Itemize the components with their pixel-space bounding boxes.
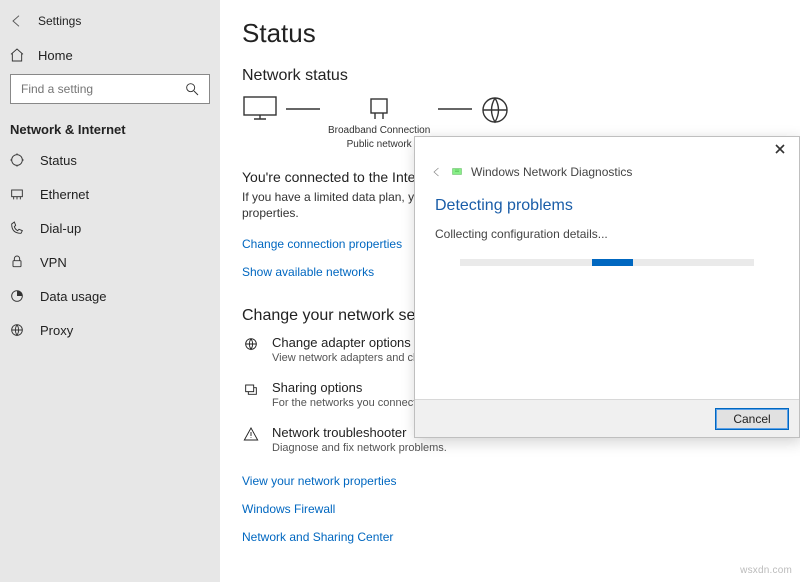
sidebar-home[interactable]: Home [0, 38, 220, 72]
sidebar-item-label: Proxy [40, 323, 73, 338]
adapter-network: Public network [347, 139, 412, 151]
option-desc: Diagnose and fix network problems. [272, 442, 447, 454]
link-network-properties[interactable]: View your network properties [242, 474, 397, 488]
diagnostics-dialog: Windows Network Diagnostics Detecting pr… [414, 136, 800, 438]
link-show-available-networks[interactable]: Show available networks [242, 265, 374, 279]
titlebar: Settings [0, 4, 220, 38]
search-input[interactable] [19, 81, 183, 97]
dialog-titlebar: Windows Network Diagnostics [415, 137, 799, 189]
proxy-icon [8, 321, 26, 339]
sharing-options-icon [242, 380, 260, 398]
sidebar-section-header: Network & Internet [0, 114, 220, 143]
dialog-title: Windows Network Diagnostics [471, 165, 632, 179]
dialog-footer: Cancel [415, 399, 799, 437]
cancel-button-label: Cancel [733, 412, 770, 426]
dialog-body: Collecting configuration details... [415, 227, 799, 241]
dialup-icon [8, 219, 26, 237]
vpn-icon [8, 253, 26, 271]
network-status-heading: Network status [242, 67, 778, 85]
adapter-options-icon [242, 335, 260, 353]
sidebar-item-label: Dial-up [40, 221, 81, 236]
troubleshooter-icon [242, 425, 260, 443]
sidebar-item-proxy[interactable]: Proxy [0, 313, 220, 347]
sidebar-item-label: Status [40, 153, 77, 168]
sidebar-home-label: Home [38, 48, 73, 63]
watermark: wsxdn.com [740, 565, 792, 576]
diagnostics-icon [451, 166, 463, 178]
link-windows-firewall[interactable]: Windows Firewall [242, 502, 335, 516]
home-icon [8, 46, 26, 64]
app-title: Settings [38, 14, 81, 28]
connection-line [438, 95, 472, 123]
dialog-heading: Detecting problems [415, 189, 799, 227]
search-icon [183, 80, 201, 98]
sidebar: Settings Home Network & Internet Status … [0, 0, 220, 582]
sidebar-item-label: Ethernet [40, 187, 89, 202]
back-icon[interactable] [8, 12, 26, 30]
search-input-wrap[interactable] [10, 74, 210, 104]
sidebar-item-status[interactable]: Status [0, 143, 220, 177]
dialog-back-icon[interactable] [431, 166, 443, 178]
connection-line [286, 95, 320, 123]
pc-icon [242, 95, 278, 123]
status-icon [8, 151, 26, 169]
progress-bar [460, 259, 754, 266]
progress-fill [592, 259, 633, 266]
link-network-sharing-center[interactable]: Network and Sharing Center [242, 530, 393, 544]
sidebar-item-vpn[interactable]: VPN [0, 245, 220, 279]
globe-icon [480, 95, 510, 125]
data-usage-icon [8, 287, 26, 305]
dialog-close-button[interactable] [763, 137, 797, 161]
sidebar-item-dialup[interactable]: Dial-up [0, 211, 220, 245]
cancel-button[interactable]: Cancel [715, 408, 789, 430]
ethernet-icon [8, 185, 26, 203]
link-change-connection-properties[interactable]: Change connection properties [242, 237, 402, 251]
sidebar-item-ethernet[interactable]: Ethernet [0, 177, 220, 211]
sidebar-item-label: Data usage [40, 289, 107, 304]
page-title: Status [242, 18, 778, 49]
sidebar-item-label: VPN [40, 255, 67, 270]
sidebar-item-datausage[interactable]: Data usage [0, 279, 220, 313]
